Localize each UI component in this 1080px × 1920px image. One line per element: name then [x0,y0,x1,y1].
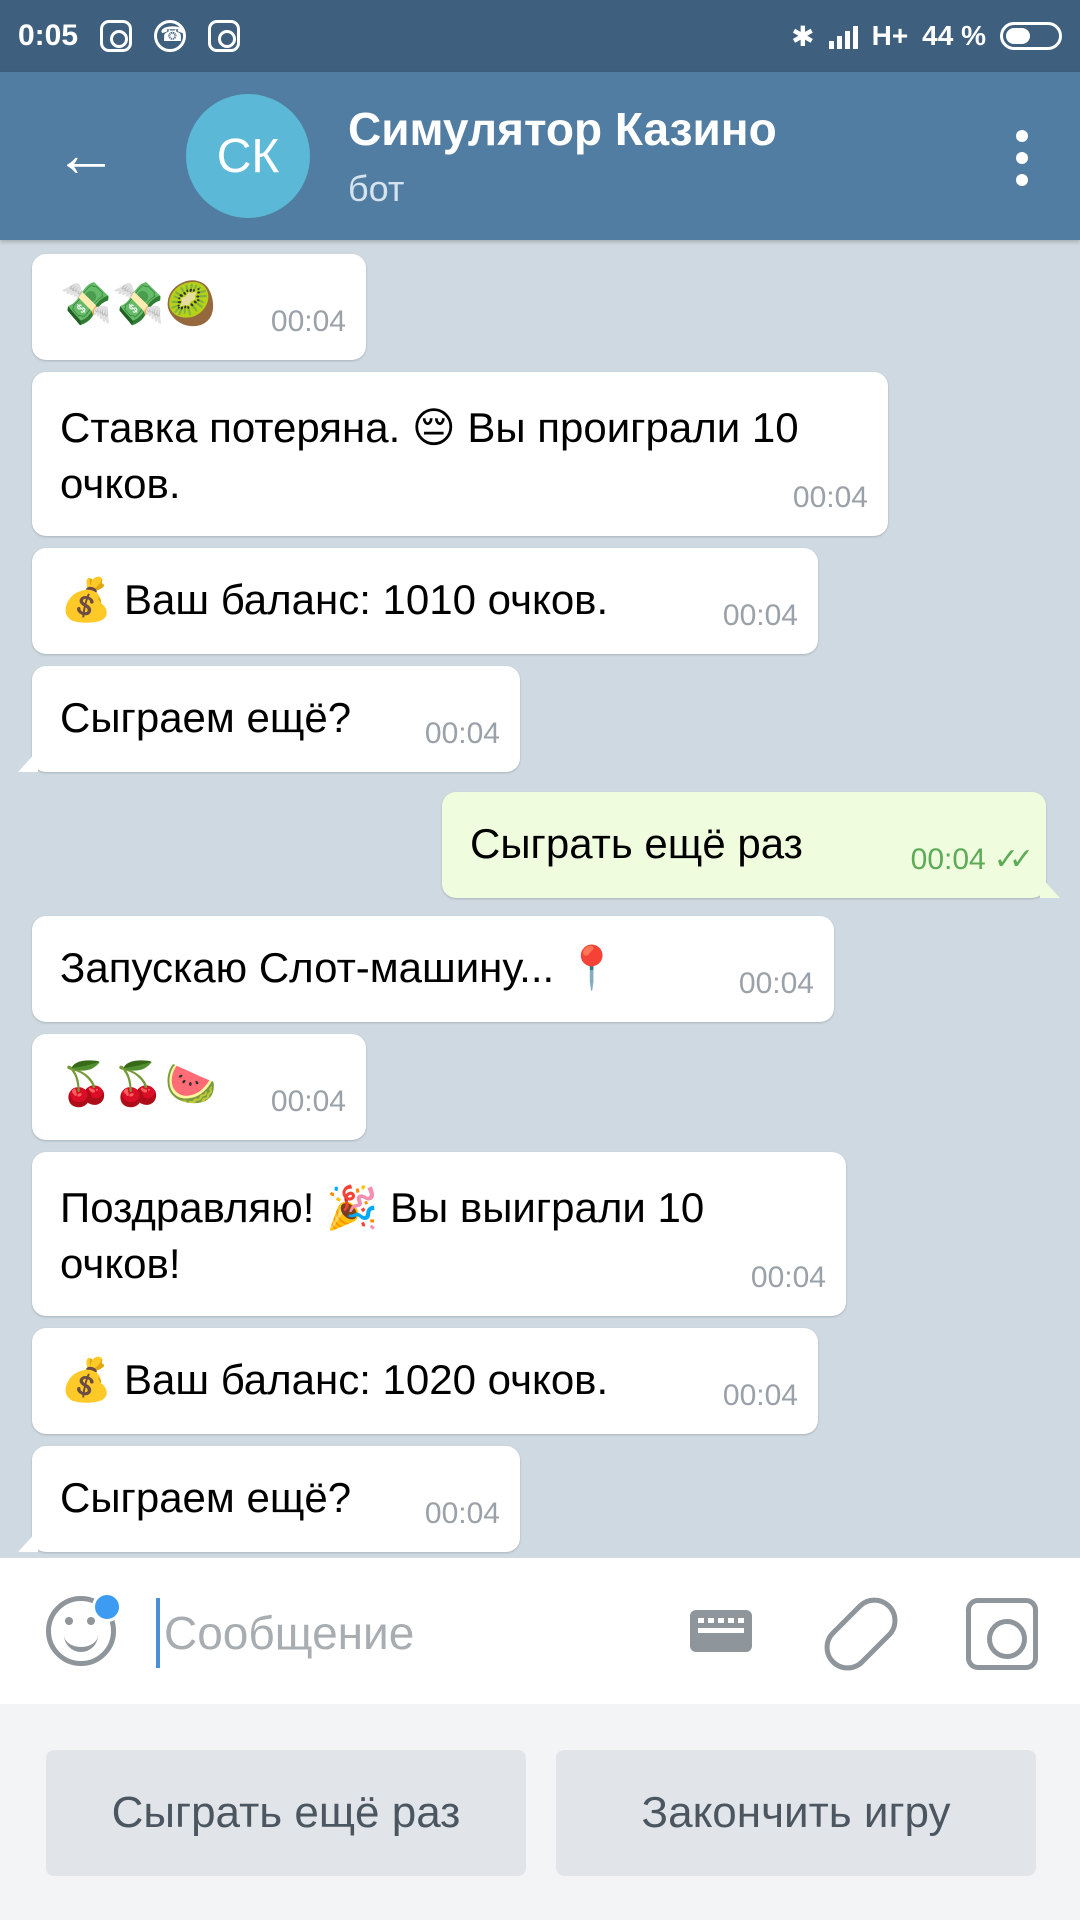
message-time: 00:04 [270,1085,346,1118]
double-check-icon: ✓✓ [993,843,1034,876]
message-text: 💰 Ваш баланс: 1020 очков. [60,1356,609,1403]
chat-title: Симулятор Казино [348,103,777,155]
message-input[interactable] [156,1598,656,1668]
attach-icon[interactable] [815,1588,907,1680]
message-time: 00:04 [738,967,814,1000]
message-input-bar [0,1558,1080,1704]
chat-header: ← СК Симулятор Казино бот [0,72,1080,240]
play-again-button[interactable]: Сыграть ещё раз [46,1750,526,1876]
notification-dot [92,1592,122,1622]
chat-subtitle: бот [348,168,405,209]
bluetooth-icon: ✱ [791,20,815,52]
keyboard-icon[interactable] [690,1610,752,1652]
message-bubble: Сыграем ещё? 00:04 [18,1446,520,1552]
message-bubble: Запускаю Слот-машину... 📍 00:04 [32,916,834,1022]
back-arrow-icon[interactable]: ← [54,122,118,186]
message-time: 00:04 [424,1497,500,1530]
end-game-button[interactable]: Закончить игру [556,1750,1036,1876]
status-time: 0:05 [18,19,79,52]
message-time: 00:04 [424,717,500,750]
message-time: 00:04 [792,481,868,514]
whatsapp-icon [154,20,187,52]
camera-icon[interactable] [966,1598,1038,1670]
chat-area[interactable]: 💸💸🥝 00:04 Ставка потеряна. 😔 Вы проиграл… [0,240,1080,1558]
avatar[interactable]: СК [186,94,310,218]
network-type: H+ [871,20,909,51]
message-text: Запускаю Слот-машину... 📍 [60,944,619,991]
status-bar: 0:05 ✱ H+ 44 % [0,0,1080,72]
message-bubble: 🍒🍒🍉 00:04 [32,1034,366,1140]
message-time: 00:04 [270,305,346,338]
more-menu-icon[interactable] [1016,130,1030,186]
message-time: 00:04 [750,1261,826,1294]
message-time: 00:04 [722,599,798,632]
message-bubble: 💸💸🥝 00:04 [32,254,366,360]
message-text: Поздравляю! 🎉 Вы выиграли 10 очков! [60,1184,705,1287]
message-bubble: Сыграем ещё? 00:04 [18,666,520,772]
message-bubble: Ставка потеряна. 😔 Вы проиграли 10 очков… [32,372,888,536]
message-time: 00:04 [910,843,986,876]
message-bubble: 💰 Ваш баланс: 1020 очков. 00:04 [32,1328,818,1434]
instagram-icon [208,20,241,52]
battery-icon [1000,22,1062,50]
message-time: 00:04 [722,1379,798,1412]
message-text: 💰 Ваш баланс: 1010 очков. [60,576,609,623]
signal-icon [828,23,858,49]
message-text: Ставка потеряна. 😔 Вы проиграли 10 очков… [60,404,799,507]
message-bubble: 💰 Ваш баланс: 1010 очков. 00:04 [32,548,818,654]
bot-keyboard: Сыграть ещё раз Закончить игру [0,1704,1080,1920]
message-bubble-outgoing: Сыграть ещё раз 00:04 ✓✓ [442,792,1060,898]
instagram-icon [100,20,133,52]
message-meta: 00:04 ✓✓ [910,832,1034,888]
chat-titles[interactable]: Симулятор Казино бот [348,102,777,210]
battery-percent: 44 % [922,20,986,51]
message-bubble: Поздравляю! 🎉 Вы выиграли 10 очков! 00:0… [32,1152,846,1316]
